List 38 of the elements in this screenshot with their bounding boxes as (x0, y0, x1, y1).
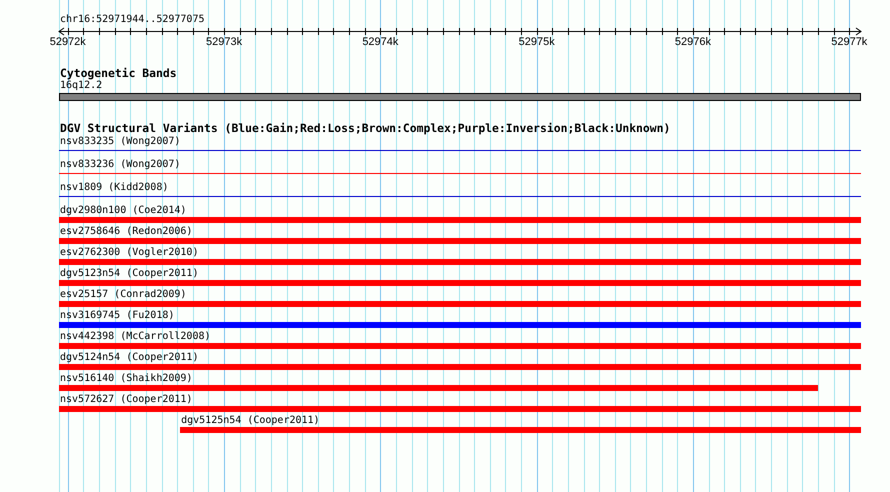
variant-label[interactable]: nsv1809 (Kidd2008) (59, 181, 168, 194)
tick-label: 52973k (206, 36, 242, 48)
track-title: Cytogenetic Bands (59, 67, 177, 80)
variant-label[interactable]: esv2762300 (Vogler2010) (59, 246, 198, 259)
variant-bar[interactable] (59, 217, 861, 223)
variant-bar[interactable] (59, 406, 861, 412)
variant-bar[interactable] (59, 259, 861, 265)
variant-bar[interactable] (59, 238, 861, 244)
track-title: DGV Structural Variants (Blue:Gain;Red:Loss;Brown:Complex;Purple:Inversion;Black:Unknown) (59, 122, 670, 135)
variant-label[interactable]: nsv833236 (Wong2007) (59, 158, 180, 171)
variant-label[interactable]: dgv5124n54 (Cooper2011) (59, 351, 198, 364)
variant-bar[interactable] (59, 322, 861, 328)
variant-label[interactable]: nsv572627 (Cooper2011) (59, 393, 192, 406)
tick-label: 52974k (362, 36, 398, 48)
tick-label: 52975k (518, 36, 555, 48)
variant-bar[interactable] (59, 301, 861, 307)
variant-line[interactable] (59, 173, 861, 174)
region-title: chr16:52971944..52977075 (59, 14, 204, 26)
variant-label[interactable]: dgv5123n54 (Cooper2011) (59, 267, 198, 280)
variant-label[interactable]: dgv5125n54 (Cooper2011) (180, 414, 320, 427)
variant-line[interactable] (59, 196, 861, 197)
tick-label: 52972k (50, 36, 86, 48)
variant-label[interactable]: esv2758646 (Redon2006) (59, 225, 192, 238)
variant-bar[interactable] (180, 427, 861, 433)
variant-bar[interactable] (59, 280, 861, 286)
band-label: 16q12.2 (59, 80, 102, 92)
variant-bar[interactable] (59, 364, 861, 370)
tick-label: 52977k (831, 36, 868, 48)
variant-label[interactable]: nsv833235 (Wong2007) (59, 135, 180, 148)
variant-label[interactable]: nsv3169745 (Fu2018) (59, 309, 174, 322)
variant-label[interactable]: dgv2980n100 (Coe2014) (59, 204, 186, 217)
variant-bar[interactable] (59, 385, 818, 391)
variant-label[interactable]: nsv516140 (Shaikh2009) (59, 372, 192, 385)
variant-label[interactable]: nsv442398 (McCarroll2008) (59, 330, 211, 343)
tick-label: 52976k (674, 36, 712, 48)
variant-line[interactable] (59, 150, 861, 151)
variant-bar[interactable] (59, 343, 861, 349)
variant-label[interactable]: esv25157 (Conrad2009) (59, 288, 186, 301)
